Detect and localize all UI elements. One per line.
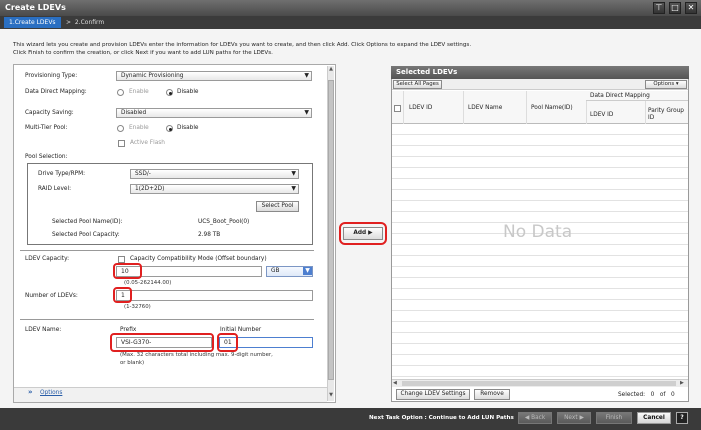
capacity-saving-label: Capacity Saving: [25,110,74,116]
scroll-thumb[interactable] [328,80,334,380]
step-create-ldevs: 1.Create LDEVs [4,17,61,28]
chevron-down-icon: ▼ [303,267,312,275]
scroll-down-icon[interactable]: ▼ [328,392,334,400]
provisioning-type-label: Provisioning Type: [25,73,78,79]
drive-type-label: Drive Type/RPM: [38,171,86,177]
col-pool-name[interactable]: Pool Name(ID) [531,105,573,111]
finish-button[interactable]: Finish [596,412,632,424]
chevron-down-icon: ▼ [304,72,309,79]
scroll-right-icon[interactable]: ▶ [680,380,684,386]
selected-pool-name-label: Selected Pool Name(ID): [52,219,123,225]
header-divider [586,100,688,101]
selected-counter: Selected: 0 of 0 [618,392,675,398]
selected-pool-name-value: UCS_Boot_Pool(0) [198,219,250,225]
table-hscrollbar[interactable]: ◀ ▶ [392,379,688,387]
pool-selection-label: Pool Selection: [25,154,68,160]
select-all-pages-button[interactable]: Select All Pages [393,80,442,89]
col-ldev-id[interactable]: LDEV ID [409,105,432,111]
ldev-capacity-label: LDEV Capacity: [25,256,70,262]
ddm-enable-radio[interactable] [117,89,124,96]
capacity-unit-select[interactable]: GB ▼ [266,266,313,277]
raid-level-label: RAID Level: [38,186,72,192]
provisioning-type-select[interactable]: Dynamic Provisioning ▼ [116,71,312,81]
chevron-down-icon: ▼ [291,170,296,177]
col-parity-group-id[interactable]: ID [648,115,654,121]
wizard-steps [0,16,701,29]
instructions: This wizard lets you create and provisio… [13,42,472,56]
expand-icon[interactable]: » [28,388,33,396]
help-icon[interactable]: ? [676,412,688,424]
chevron-down-icon: ▼ [291,185,296,192]
mtp-enable-radio[interactable] [117,125,124,132]
maximize-icon[interactable]: □ [669,2,681,14]
chevron-down-icon: ▼ [304,109,309,116]
col-ldev-name[interactable]: LDEV Name [468,105,502,111]
mtp-disable-label: Disable [177,125,199,131]
ddm-enable-label: Enable [129,89,149,95]
divider [20,250,314,251]
ldev-name-label: LDEV Name: [25,327,62,333]
capacity-compat-label: Capacity Compatibility Mode (Offset boun… [130,256,267,262]
ldev-name-hint-1: (Max. 32 characters total including max.… [120,352,273,358]
select-all-checkbox[interactable] [394,105,401,112]
number-highlight [113,287,132,303]
select-pool-button[interactable]: Select Pool [256,201,299,212]
change-ldev-settings-button[interactable]: Change LDEV Settings [396,389,470,400]
divider [20,319,314,320]
settings-scrollbar[interactable]: ▲ ▼ [327,66,334,401]
number-range: (1-32760) [124,304,151,310]
hscroll-thumb[interactable] [402,381,676,386]
ddm-disable-label: Disable [177,89,199,95]
capacity-compat-checkbox[interactable] [118,256,125,263]
multi-tier-pool-label: Multi-Tier Pool: [25,125,68,131]
capacity-saving-select[interactable]: Disabled ▼ [116,108,312,118]
next-task-option: Next Task Option : Continue to Add LUN P… [369,415,514,421]
selected-pool-capacity-label: Selected Pool Capacity: [52,232,120,238]
col-parity-group[interactable]: Parity Group [648,108,684,114]
back-button[interactable]: ◀ Back [518,412,552,424]
selected-pool-capacity-value: 2.98 TB [198,232,221,238]
options-link[interactable]: Options [40,390,62,396]
mtp-enable-label: Enable [129,125,149,131]
selected-ldevs-title: Selected LDEVs [391,66,689,79]
drive-type-select[interactable]: SSD/- ▼ [130,169,299,179]
close-icon[interactable]: ✕ [685,2,697,14]
no-data-text: No Data [503,222,573,242]
mtp-disable-radio[interactable] [166,125,173,132]
ldev-name-hint-2: or blank) [120,360,145,366]
capacity-range: (0.05-262144.00) [124,280,172,286]
data-direct-mapping-label: Data Direct Mapping: [25,89,87,95]
add-highlight [339,222,387,245]
active-flash-label: Active Flash [130,140,165,146]
scroll-up-icon[interactable]: ▲ [328,66,334,74]
active-flash-checkbox[interactable] [118,140,125,147]
number-of-ldevs-input[interactable]: 1 [116,290,313,301]
ddm-disable-radio[interactable] [166,89,173,96]
cancel-button[interactable]: Cancel [637,412,671,424]
capacity-highlight [113,263,142,279]
pin-icon[interactable]: ⊤ [653,2,665,14]
number-of-ldevs-label: Number of LDEVs: [25,293,78,299]
options-button[interactable]: Options ▾ [645,80,687,89]
col-data-direct-mapping: Data Direct Mapping [590,93,650,99]
col-ddm-ldev-id[interactable]: LDEV ID [590,112,613,118]
scroll-left-icon[interactable]: ◀ [393,380,397,386]
window-title: Create LDEVs [0,0,701,16]
initial-number-highlight [217,333,238,352]
remove-button[interactable]: Remove [474,389,510,400]
step-confirm: > 2.Confirm [66,19,105,26]
next-button[interactable]: Next ▶ [557,412,591,424]
table-body [392,124,688,382]
prefix-highlight [110,333,214,352]
raid-level-select[interactable]: 1(2D+2D) ▼ [130,184,299,194]
